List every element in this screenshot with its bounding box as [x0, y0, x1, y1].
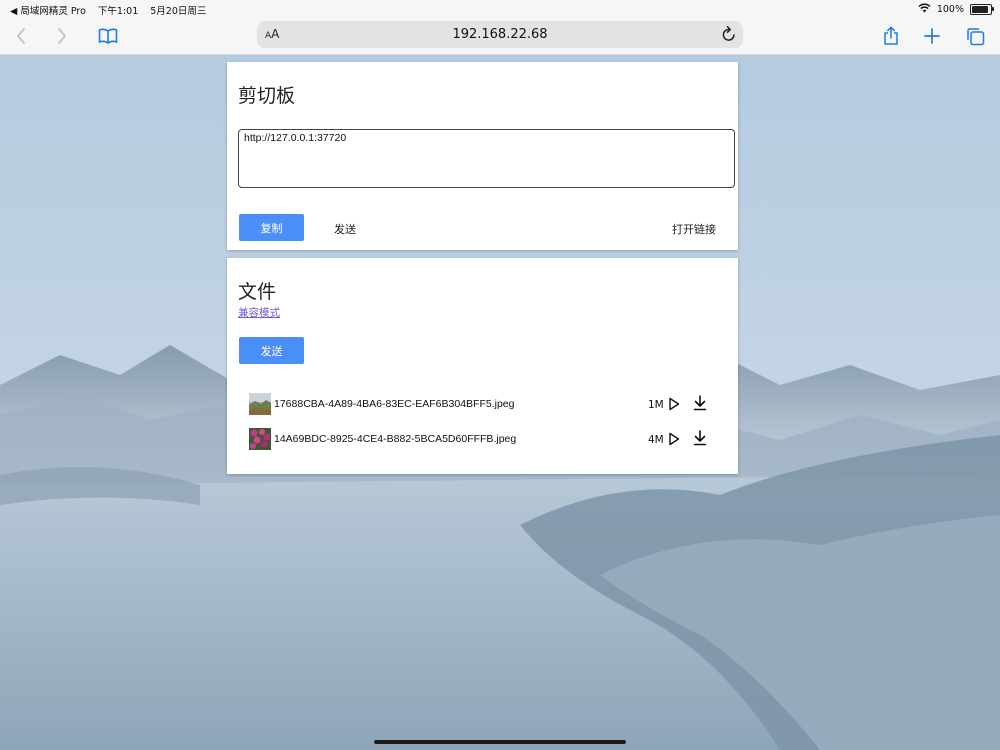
- tabs-icon: [966, 27, 984, 45]
- download-icon: [693, 395, 707, 411]
- status-bar: ◀ 局域网精灵 Pro 下午1:01 5月20日周三 100%: [0, 0, 1000, 17]
- back-to-app-link[interactable]: ◀ 局域网精灵 Pro: [10, 3, 86, 17]
- battery-fill: [972, 6, 988, 13]
- new-tab-button[interactable]: [919, 23, 945, 49]
- files-send-button[interactable]: 发送: [239, 337, 304, 364]
- wifi-icon: [918, 3, 931, 16]
- copy-button[interactable]: 复制: [239, 214, 304, 241]
- preview-button[interactable]: [668, 431, 680, 450]
- preview-button[interactable]: [668, 396, 680, 415]
- chevron-left-icon: [17, 28, 25, 44]
- browser-toolbar: AA 192.168.22.68: [0, 17, 1000, 55]
- share-button[interactable]: [878, 23, 904, 49]
- download-button[interactable]: [693, 430, 707, 450]
- reload-icon: [722, 26, 735, 41]
- url-text: 192.168.22.68: [452, 27, 548, 42]
- clipboard-card: 剪切板 http://127.0.0.1:37720 复制 发送 打开链接: [227, 62, 738, 250]
- clipboard-send-button[interactable]: 发送: [334, 221, 356, 237]
- file-size: 1M: [648, 399, 664, 411]
- file-row[interactable]: 14A69BDC-8925-4CE4-B882-5BCA5D60FFFB.jpe…: [249, 428, 719, 452]
- address-bar[interactable]: AA 192.168.22.68: [257, 21, 743, 48]
- file-size: 4M: [648, 434, 664, 446]
- compat-mode-link[interactable]: 兼容模式: [238, 305, 280, 320]
- open-link-button[interactable]: 打开链接: [672, 221, 716, 237]
- reload-button[interactable]: [721, 25, 737, 47]
- plus-icon: [924, 28, 940, 44]
- clipboard-textarea[interactable]: http://127.0.0.1:37720: [238, 129, 735, 188]
- back-button[interactable]: [8, 23, 34, 49]
- file-name: 14A69BDC-8925-4CE4-B882-5BCA5D60FFFB.jpe…: [274, 433, 517, 445]
- file-name: 17688CBA-4A89-4BA6-83EC-EAF6B304BFF5.jpe…: [274, 398, 515, 410]
- files-card: 文件 兼容模式 发送 17688CBA-4A89-4BA6-83EC-EAF6B…: [227, 258, 738, 474]
- chevron-right-icon: [58, 28, 66, 44]
- battery-icon: [970, 4, 994, 15]
- share-icon: [884, 26, 898, 45]
- status-time: 下午1:01: [97, 6, 139, 17]
- files-title: 文件: [238, 281, 277, 303]
- play-icon: [669, 432, 680, 446]
- file-thumbnail-flowers: [249, 428, 271, 450]
- tabs-overview-button[interactable]: [962, 23, 988, 49]
- forward-button[interactable]: [49, 23, 75, 49]
- download-icon: [693, 430, 707, 446]
- download-button[interactable]: [693, 395, 707, 415]
- book-icon: [98, 28, 118, 44]
- play-icon: [669, 397, 680, 411]
- clipboard-title: 剪切板: [238, 85, 296, 107]
- file-row[interactable]: 17688CBA-4A89-4BA6-83EC-EAF6B304BFF5.jpe…: [249, 393, 719, 417]
- home-indicator[interactable]: [374, 740, 626, 744]
- file-thumbnail-landscape: [249, 393, 271, 415]
- status-date: 5月20日周三: [150, 6, 207, 17]
- bookmarks-button[interactable]: [95, 23, 121, 49]
- battery-percent: 100%: [936, 4, 964, 15]
